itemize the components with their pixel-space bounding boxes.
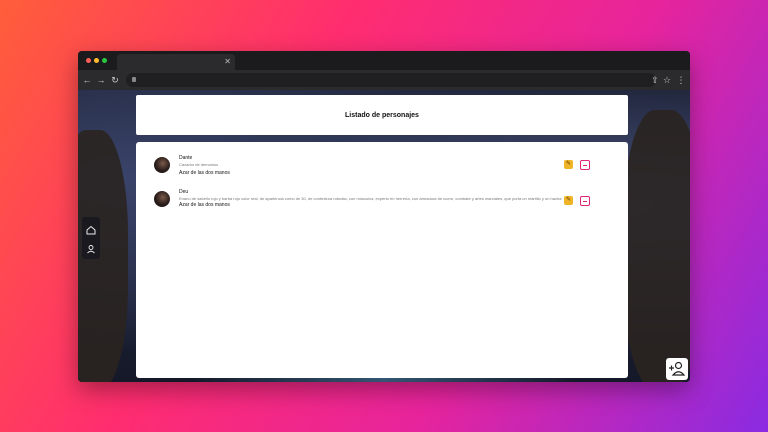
address-bar[interactable] — [126, 73, 656, 87]
more-options-icon[interactable]: ⋮ — [676, 74, 686, 86]
character-info: Deu Enano de sabello rojo y barba rojo c… — [179, 189, 584, 209]
tab-close-icon[interactable]: ✕ — [224, 56, 231, 68]
character-style: Azar de las dos manos — [179, 170, 230, 176]
tab-bar: ✕ — [78, 51, 690, 70]
page-title: Listado de personajes — [345, 111, 419, 119]
avatar — [154, 191, 170, 207]
edit-button[interactable]: ✎ — [564, 196, 573, 205]
delete-button[interactable] — [580, 160, 590, 170]
reload-icon[interactable]: ↻ — [110, 74, 120, 86]
page-viewport: Listado de personajes Dante Cazador de d… — [78, 90, 690, 382]
home-icon[interactable] — [86, 222, 96, 235]
user-icon[interactable] — [86, 241, 96, 254]
character-description: Enano de sabello rojo y barba rojo color… — [179, 196, 562, 201]
share-icon[interactable]: ⇪ — [650, 74, 660, 86]
add-user-icon — [669, 361, 686, 376]
browser-tab[interactable]: ✕ — [117, 54, 235, 70]
background-tree-right — [623, 110, 690, 382]
list-item: Dante Cazador de demonios Azar de las do… — [154, 155, 612, 185]
character-style: Azar de las dos manos — [179, 202, 230, 208]
maximize-window-button[interactable] — [102, 58, 107, 63]
pencil-icon: ✎ — [565, 161, 572, 167]
minimize-window-button[interactable] — [94, 58, 99, 63]
close-window-button[interactable] — [86, 58, 91, 63]
back-arrow-icon[interactable]: ← — [82, 74, 92, 86]
side-navigation — [82, 217, 100, 259]
edit-button[interactable]: ✎ — [564, 160, 573, 169]
character-description: Cazador de demonios — [179, 162, 219, 167]
lock-icon — [132, 77, 136, 82]
browser-window: ✕ ← → ↻ ⇪ ☆ ⋮ Listado de personajes Dant… — [78, 51, 690, 382]
bookmark-star-icon[interactable]: ☆ — [662, 74, 672, 86]
character-name: Dante — [179, 155, 193, 161]
character-list: Dante Cazador de demonios Azar de las do… — [136, 142, 628, 378]
avatar — [154, 157, 170, 173]
forward-arrow-icon[interactable]: → — [96, 74, 106, 86]
list-item: Deu Enano de sabello rojo y barba rojo c… — [154, 189, 612, 221]
browser-toolbar: ← → ↻ ⇪ ☆ ⋮ — [78, 70, 690, 90]
character-name: Deu — [179, 189, 189, 195]
add-user-button[interactable] — [666, 358, 688, 380]
header-card: Listado de personajes — [136, 95, 628, 135]
delete-button[interactable] — [580, 196, 590, 206]
character-info: Dante Cazador de demonios Azar de las do… — [179, 155, 584, 177]
pencil-icon: ✎ — [565, 197, 572, 203]
